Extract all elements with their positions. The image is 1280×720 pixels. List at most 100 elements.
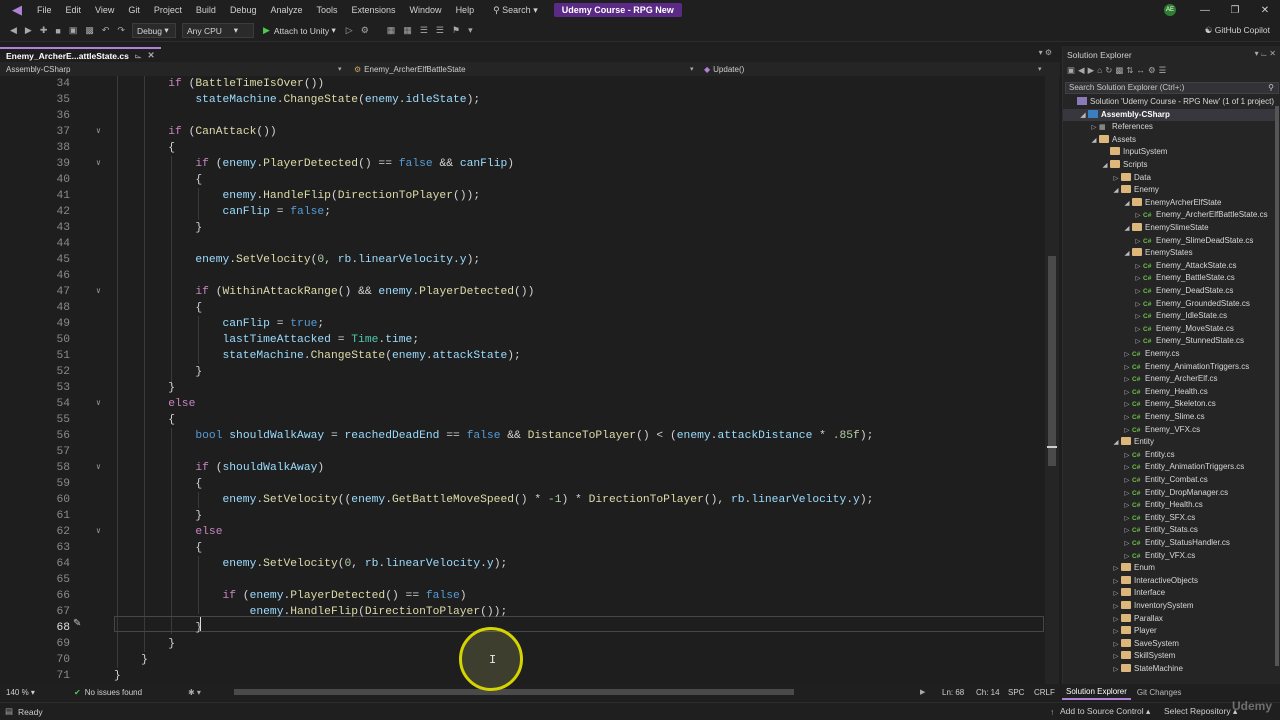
- hot-reload-icon[interactable]: ⚙: [357, 25, 373, 36]
- nav-member-dropdown[interactable]: ◆ Update() ▾: [704, 63, 1044, 75]
- menu-item-tools[interactable]: Tools: [310, 0, 345, 20]
- whitespace-indicator[interactable]: SPC: [1008, 688, 1024, 697]
- tree-item[interactable]: ▷ InventorySystem: [1063, 600, 1277, 613]
- close-icon[interactable]: ✕: [1250, 5, 1280, 16]
- tab-solution-explorer[interactable]: Solution Explorer: [1062, 685, 1131, 700]
- code-line[interactable]: 49 canFlip = true;: [0, 316, 1045, 332]
- menu-item-analyze[interactable]: Analyze: [263, 0, 309, 20]
- code-line[interactable]: 62 ∨ else: [0, 524, 1045, 540]
- code-line[interactable]: 35 stateMachine.ChangeState(enemy.idleSt…: [0, 92, 1045, 108]
- pin-icon[interactable]: ⌳: [135, 50, 142, 61]
- undo-icon[interactable]: ↶: [98, 25, 114, 36]
- tree-item[interactable]: ◢ EnemyArcherElfState: [1063, 197, 1277, 210]
- add-to-source-control-button[interactable]: Add to Source Control ▴: [1060, 706, 1150, 717]
- zoom-level-dropdown[interactable]: 140 % ▾: [6, 688, 35, 697]
- code-line[interactable]: 55 {: [0, 412, 1045, 428]
- line-number-indicator[interactable]: Ln: 68: [942, 688, 964, 697]
- code-line[interactable]: 63 {: [0, 540, 1045, 556]
- issues-indicator[interactable]: ✔ No issues found: [74, 688, 142, 697]
- code-line[interactable]: 59 {: [0, 476, 1045, 492]
- nav-class-dropdown[interactable]: ⚙ Enemy_ArcherElfBattleState ▾: [354, 63, 696, 75]
- code-line[interactable]: 44: [0, 236, 1045, 252]
- fold-toggle-icon[interactable]: ∨: [96, 396, 101, 412]
- tree-item[interactable]: ▷ C# Enemy_DeadState.cs: [1063, 285, 1277, 298]
- tree-item[interactable]: ▷ C# Enemy_IdleState.cs: [1063, 310, 1277, 323]
- code-line[interactable]: 66 if (enemy.PlayerDetected() == false): [0, 588, 1045, 604]
- tree-item[interactable]: ▷ Data: [1063, 172, 1277, 185]
- code-line[interactable]: 54 ∨ else: [0, 396, 1045, 412]
- tree-item[interactable]: ◢ EnemyStates: [1063, 247, 1277, 260]
- tree-item[interactable]: ▷ C# Enemy_Slime.cs: [1063, 411, 1277, 424]
- code-line[interactable]: 68 }: [0, 620, 1045, 636]
- search-button[interactable]: ⚲ Search ▾: [487, 5, 544, 16]
- nav-project-dropdown[interactable]: Assembly-CSharp ▾: [6, 63, 346, 75]
- configuration-select[interactable]: Debug ▾: [131, 23, 176, 38]
- char-number-indicator[interactable]: Ch: 14: [976, 688, 1000, 697]
- tab-git-changes[interactable]: Git Changes: [1131, 688, 1187, 697]
- code-line[interactable]: 43 }: [0, 220, 1045, 236]
- tab-close-icon[interactable]: ✕: [147, 50, 154, 61]
- toolbar-icon-c[interactable]: ☰: [416, 25, 432, 36]
- code-line[interactable]: 60 enemy.SetVelocity((enemy.GetBattleMov…: [0, 492, 1045, 508]
- code-line[interactable]: 38 {: [0, 140, 1045, 156]
- solution-explorer-toolbar[interactable]: ▣◀▶⌂↻▩⇅↔⚙☰: [1067, 65, 1277, 79]
- github-copilot-button[interactable]: ☯ GitHub Copilot: [1205, 25, 1270, 36]
- code-line[interactable]: 61 }: [0, 508, 1045, 524]
- new-item-icon[interactable]: ✚: [36, 25, 52, 36]
- code-line[interactable]: 37 ∨ if (CanAttack()): [0, 124, 1045, 140]
- avatar[interactable]: AE: [1164, 4, 1176, 16]
- tree-item[interactable]: ▷ C# Enemy.cs: [1063, 348, 1277, 361]
- tree-item[interactable]: ▷ SkillSystem: [1063, 650, 1277, 663]
- scrollbar-thumb[interactable]: [1048, 256, 1056, 466]
- tree-item[interactable]: ▷ C# Entity_Combat.cs: [1063, 474, 1277, 487]
- collapsed-chevron-icon[interactable]: ▷: [1111, 664, 1121, 676]
- menu-item-project[interactable]: Project: [147, 0, 189, 20]
- code-line[interactable]: 41 enemy.HandleFlip(DirectionToPlayer())…: [0, 188, 1045, 204]
- tree-item[interactable]: ▷ C# Enemy_AttackState.cs: [1063, 260, 1277, 273]
- bookmark-icon[interactable]: ⚑: [448, 25, 464, 36]
- code-line[interactable]: 51 stateMachine.ChangeState(enemy.attack…: [0, 348, 1045, 364]
- tree-item[interactable]: ◢ EnemySlimeState: [1063, 222, 1277, 235]
- tree-item[interactable]: ▷ Parallax: [1063, 613, 1277, 626]
- code-line[interactable]: 36: [0, 108, 1045, 124]
- open-folder-icon[interactable]: ■: [51, 26, 64, 36]
- fold-toggle-icon[interactable]: ∨: [96, 524, 101, 540]
- tree-item[interactable]: ▷ C# Entity_DropManager.cs: [1063, 487, 1277, 500]
- fold-toggle-icon[interactable]: ∨: [96, 284, 101, 300]
- tree-item[interactable]: ▷ C# Enemy_SlimeDeadState.cs: [1063, 235, 1277, 248]
- forward-icon[interactable]: ▶: [21, 25, 36, 36]
- tree-item[interactable]: ▷ C# Entity_Health.cs: [1063, 499, 1277, 512]
- tree-item[interactable]: ▷ StateMachine: [1063, 663, 1277, 676]
- editor-tab-active[interactable]: Enemy_ArcherE...attleState.cs ⌳ ✕: [0, 47, 161, 62]
- code-line[interactable]: 40 {: [0, 172, 1045, 188]
- tree-item[interactable]: ▷ C# Enemy_ArcherElfBattleState.cs: [1063, 209, 1277, 222]
- menu-item-build[interactable]: Build: [189, 0, 223, 20]
- tree-item[interactable]: ▷ ▦ References: [1063, 121, 1277, 134]
- tab-list-dropdown-icon[interactable]: ▾ ⚙: [1039, 48, 1052, 57]
- select-repository-button[interactable]: Select Repository ▴: [1164, 706, 1237, 717]
- code-line[interactable]: 34 if (BattleTimeIsOver()): [0, 76, 1045, 92]
- code-line[interactable]: 47 ∨ if (WithinAttackRange() && enemy.Pla…: [0, 284, 1045, 300]
- back-icon[interactable]: ◀: [6, 25, 21, 36]
- code-editor[interactable]: 34 if (BattleTimeIsOver()) 35 stateMachin…: [0, 76, 1045, 684]
- toolbar-icon-d[interactable]: ☰: [432, 25, 448, 36]
- tree-item[interactable]: ▷ C# Entity_Stats.cs: [1063, 524, 1277, 537]
- code-line[interactable]: 56 bool shouldWalkAway = reachedDeadEnd …: [0, 428, 1045, 444]
- tree-item[interactable]: ▷ Player: [1063, 625, 1277, 638]
- menu-item-extensions[interactable]: Extensions: [345, 0, 403, 20]
- solution-explorer-search-input[interactable]: Search Solution Explorer (Ctrl+;) ⚲: [1065, 82, 1279, 94]
- tree-item[interactable]: ▷ SaveSystem: [1063, 638, 1277, 651]
- redo-icon[interactable]: ↷: [113, 25, 129, 36]
- solution-explorer-scrollbar[interactable]: [1274, 96, 1280, 676]
- code-cleanup-icon[interactable]: ✱ ▾: [188, 688, 201, 697]
- code-line[interactable]: 52 }: [0, 364, 1045, 380]
- tree-item[interactable]: Solution 'Udemy Course - RPG New' (1 of …: [1063, 96, 1277, 109]
- tree-item[interactable]: ◢ Assets: [1063, 134, 1277, 147]
- tree-item[interactable]: ▷ Interface: [1063, 587, 1277, 600]
- tree-item[interactable]: ▷ C# Enemy_ArcherElf.cs: [1063, 373, 1277, 386]
- fold-toggle-icon[interactable]: ∨: [96, 460, 101, 476]
- tree-item[interactable]: ▷ C# Enemy_VFX.cs: [1063, 424, 1277, 437]
- code-line[interactable]: 69 }: [0, 636, 1045, 652]
- scroll-right-icon[interactable]: ▶: [920, 688, 925, 696]
- code-line[interactable]: 45 enemy.SetVelocity(0, rb.linearVelocit…: [0, 252, 1045, 268]
